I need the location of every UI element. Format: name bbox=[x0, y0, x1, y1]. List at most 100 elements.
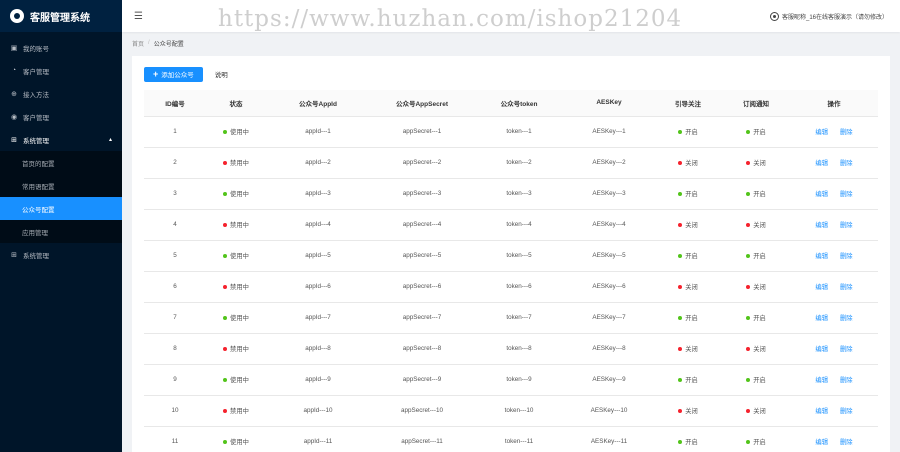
cell-aeskey: AESKey---5 bbox=[564, 240, 654, 272]
delete-button[interactable]: 删除 bbox=[840, 129, 853, 136]
cell-status: 使用中 bbox=[206, 116, 266, 148]
cell-guide-follow: 关闭 bbox=[654, 147, 722, 179]
edit-button[interactable]: 编辑 bbox=[815, 222, 828, 229]
cell-status: 使用中 bbox=[206, 178, 266, 210]
cell-appid: appId---2 bbox=[266, 147, 370, 179]
grid-icon: ⊞ bbox=[11, 136, 17, 144]
cell-aeskey: AESKey---6 bbox=[564, 271, 654, 303]
sidebar-item-customer-query[interactable]: ◔ 客户管理 bbox=[0, 59, 122, 82]
breadcrumb-home[interactable]: 首页 bbox=[132, 39, 144, 48]
sidebar-item-my-account[interactable]: ▣ 我的账号 bbox=[0, 36, 122, 59]
col-aeskey: AESKey bbox=[564, 90, 654, 117]
edit-button[interactable]: 编辑 bbox=[815, 346, 828, 353]
status-dot-icon bbox=[678, 192, 683, 197]
subscribe-text: 开启 bbox=[753, 315, 766, 322]
sidebar-subitem-app-management[interactable]: 应用管理 bbox=[0, 220, 122, 243]
sidebar-item-access-method[interactable]: ⊕ 接入方法 bbox=[0, 82, 122, 105]
status-text: 禁用中 bbox=[230, 222, 249, 229]
cell-subscribe-notice: 开启 bbox=[722, 240, 790, 272]
status-dot-icon bbox=[746, 161, 751, 166]
status-dot-icon bbox=[223, 409, 228, 414]
status-dot-icon bbox=[223, 347, 228, 352]
cell-subscribe-notice: 开启 bbox=[722, 364, 790, 396]
sidebar-submenu: 首页的配置 常用语配置 公众号配置 应用管理 bbox=[0, 151, 122, 243]
delete-button[interactable]: 删除 bbox=[840, 253, 853, 260]
delete-button[interactable]: 删除 bbox=[840, 160, 853, 167]
status-dot-icon bbox=[223, 161, 228, 166]
sidebar-subitem-wechat-config[interactable]: 公众号配置 bbox=[0, 197, 122, 220]
delete-button[interactable]: 删除 bbox=[840, 284, 853, 291]
sidebar-item-system-management[interactable]: ⊞ 系统管理 bbox=[0, 243, 122, 266]
status-dot-icon bbox=[746, 223, 751, 228]
cell-status: 使用中 bbox=[206, 364, 266, 396]
user-icon: ▣ bbox=[10, 44, 18, 52]
watermark-text: https://www.huzhan.com/ishop21204 bbox=[218, 6, 683, 32]
cell-aeskey: AESKey---8 bbox=[564, 333, 654, 365]
edit-button[interactable]: 编辑 bbox=[815, 191, 828, 198]
status-text: 禁用中 bbox=[230, 284, 249, 291]
table-row: 3 使用中 appId---3 appSecret---3 token---3 AESKe… bbox=[144, 178, 878, 210]
edit-button[interactable]: 编辑 bbox=[815, 160, 828, 167]
edit-button[interactable]: 编辑 bbox=[815, 284, 828, 291]
menu-fold-icon[interactable]: ☰ bbox=[134, 11, 143, 22]
guide-text: 开启 bbox=[685, 129, 698, 136]
delete-button[interactable]: 删除 bbox=[840, 222, 853, 229]
sidebar-item-label: 系统管理 bbox=[23, 252, 49, 260]
col-token: 公众号token bbox=[474, 90, 564, 117]
cell-appsecret: appSecret---2 bbox=[370, 147, 474, 179]
status-dot-icon bbox=[223, 192, 228, 197]
cell-guide-follow: 关闭 bbox=[654, 271, 722, 303]
edit-button[interactable]: 编辑 bbox=[815, 377, 828, 384]
status-dot-icon bbox=[678, 347, 683, 352]
edit-button[interactable]: 编辑 bbox=[815, 315, 828, 322]
delete-button[interactable]: 删除 bbox=[840, 315, 853, 322]
status-dot-icon bbox=[746, 130, 751, 135]
sidebar-item-label: 接入方法 bbox=[23, 91, 49, 99]
plus-icon: + bbox=[153, 69, 159, 79]
cell-subscribe-notice: 开启 bbox=[722, 302, 790, 334]
sidebar-item-label: 我的账号 bbox=[23, 45, 49, 53]
cell-token: token---3 bbox=[474, 178, 564, 210]
delete-button[interactable]: 删除 bbox=[840, 439, 853, 446]
cell-id: 7 bbox=[144, 302, 206, 334]
edit-button[interactable]: 编辑 bbox=[815, 253, 828, 260]
delete-button[interactable]: 删除 bbox=[840, 377, 853, 384]
table-row: 9 使用中 appId---9 appSecret---9 token---9 AESKe… bbox=[144, 364, 878, 396]
cell-id: 3 bbox=[144, 178, 206, 210]
status-dot-icon bbox=[678, 378, 683, 383]
cell-appsecret: appSecret---1 bbox=[370, 116, 474, 148]
cell-aeskey: AESKey---3 bbox=[564, 178, 654, 210]
description-link[interactable]: 说明 bbox=[215, 69, 228, 79]
add-account-button[interactable]: + 添加公众号 bbox=[144, 66, 203, 82]
delete-button[interactable]: 删除 bbox=[840, 346, 853, 353]
table-row: 11 使用中 appId---11 appSecret---11 token---11 A… bbox=[144, 426, 878, 452]
brand: 客服管理系统 bbox=[0, 0, 122, 32]
sidebar-item-customer-management[interactable]: ◉ 客户管理 bbox=[0, 105, 122, 128]
cell-appid: appId---9 bbox=[266, 364, 370, 396]
col-status: 状态 bbox=[206, 90, 266, 117]
status-dot-icon bbox=[223, 254, 228, 259]
sidebar-item-system-settings[interactable]: ⊞ 系统管理 ▴ bbox=[0, 128, 122, 151]
status-text: 使用中 bbox=[230, 315, 249, 322]
edit-button[interactable]: 编辑 bbox=[815, 129, 828, 136]
cell-token: token---5 bbox=[474, 240, 564, 272]
cell-id: 4 bbox=[144, 209, 206, 241]
guide-text: 关闭 bbox=[685, 284, 698, 291]
subscribe-text: 开启 bbox=[753, 439, 766, 446]
user-menu[interactable]: 客服昵称_16在线客服演示（请勿修改） bbox=[769, 11, 888, 21]
sidebar-subitem-phrases-config[interactable]: 常用语配置 bbox=[0, 174, 122, 197]
sidebar-subitem-home-config[interactable]: 首页的配置 bbox=[0, 151, 122, 174]
subscribe-text: 关闭 bbox=[753, 284, 766, 291]
cell-subscribe-notice: 开启 bbox=[722, 116, 790, 148]
delete-button[interactable]: 删除 bbox=[840, 191, 853, 198]
guide-text: 关闭 bbox=[685, 222, 698, 229]
status-text: 使用中 bbox=[230, 191, 249, 198]
status-dot-icon bbox=[678, 254, 683, 259]
delete-button[interactable]: 删除 bbox=[840, 408, 853, 415]
cell-guide-follow: 开启 bbox=[654, 240, 722, 272]
status-dot-icon bbox=[746, 409, 751, 414]
cell-token: token---6 bbox=[474, 271, 564, 303]
edit-button[interactable]: 编辑 bbox=[815, 439, 828, 446]
edit-button[interactable]: 编辑 bbox=[815, 408, 828, 415]
breadcrumb-current: 公众号配置 bbox=[153, 41, 184, 48]
